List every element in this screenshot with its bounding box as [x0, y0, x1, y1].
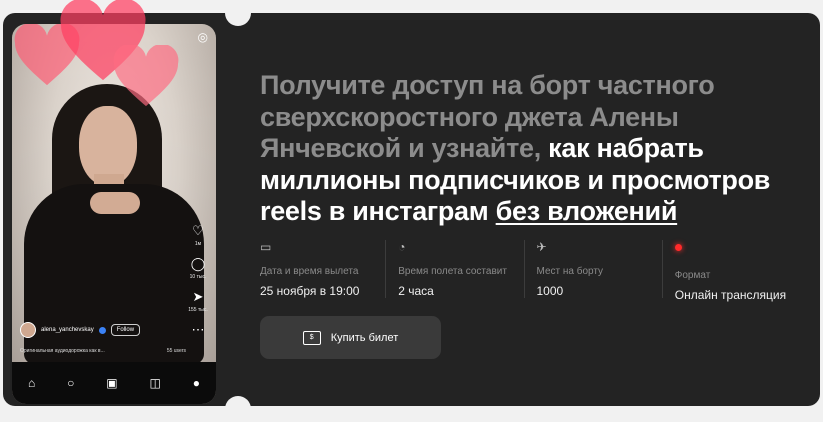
info-seats: ✈ Мест на борту 1000 — [523, 240, 662, 298]
info-format: Формат Онлайн трансляция — [661, 240, 800, 302]
camera-icon[interactable]: ◎ — [198, 30, 208, 44]
ticket-notch-top — [225, 0, 251, 26]
reels-icon[interactable]: ▣ — [106, 376, 117, 390]
headline: Получите доступ на борт частного сверхск… — [260, 70, 800, 228]
avatar[interactable] — [20, 322, 36, 338]
heart-icon[interactable]: ♡ — [192, 224, 204, 237]
flight-info: ▭ Дата и время вылета 25 ноября в 19:00 … — [260, 240, 800, 302]
follow-button[interactable]: Follow — [110, 324, 141, 336]
info-duration: ◔ Время полета составит 2 часа — [385, 240, 523, 298]
plane-icon: ✈ — [536, 240, 547, 254]
profile-icon[interactable]: ● — [193, 376, 200, 390]
comment-icon[interactable]: ◯ — [191, 257, 206, 270]
bottom-nav: ⌂ ○ ▣ ◫ ● — [12, 362, 216, 404]
buy-ticket-label: Купить билет — [330, 331, 399, 344]
headline-emphasis: без вложений — [495, 196, 678, 226]
search-icon[interactable]: ○ — [67, 376, 74, 390]
reel-user-row: alena_yanchevskay Follow — [20, 322, 141, 338]
calendar-icon: ▭ — [260, 240, 272, 254]
audio-row: Оригинальная аудиодорожка как в... 55 us… — [20, 348, 186, 354]
viewer-count: 55 users — [166, 348, 186, 354]
more-icon[interactable]: ⋯ — [192, 323, 205, 336]
home-icon[interactable]: ⌂ — [28, 376, 35, 390]
ticket-icon: $ — [302, 330, 321, 345]
share-icon[interactable]: ➤ — [193, 290, 204, 303]
reel-actions: ♡ 1м ◯ 10 тыс. ➤ 155 тыс. ⋯ — [188, 223, 208, 337]
ticket-notch-bottom — [225, 396, 251, 422]
audio-track[interactable]: Оригинальная аудиодорожка как в... — [20, 348, 105, 354]
buy-ticket-button[interactable]: $ Купить билет — [260, 316, 441, 359]
info-departure: ▭ Дата и время вылета 25 ноября в 19:00 — [260, 240, 385, 298]
verified-icon — [98, 326, 106, 334]
shop-icon[interactable]: ◫ — [150, 376, 161, 390]
heart-icon — [113, 45, 179, 107]
live-dot-icon — [674, 244, 800, 260]
username[interactable]: alena_yanchevskay — [41, 327, 94, 333]
clock-icon: ◔ — [398, 240, 406, 254]
